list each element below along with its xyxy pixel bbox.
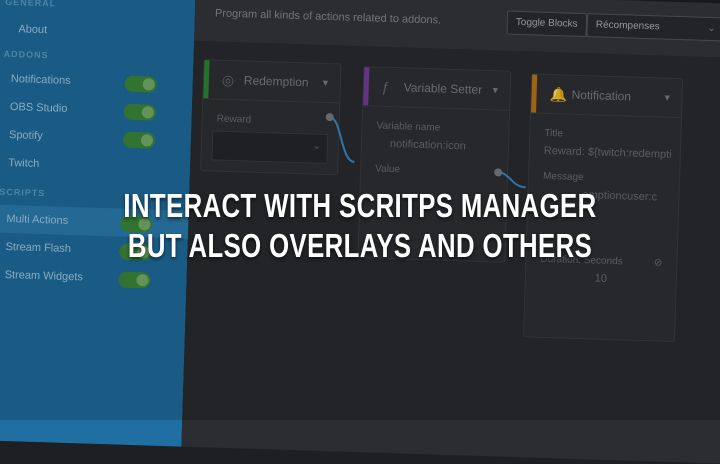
- headline: INTERACT WITH SCRITPS MANAGER BUT ALSO O…: [79, 186, 641, 266]
- headline-line-1: INTERACT WITH SCRITPS MANAGER: [123, 187, 597, 224]
- headline-line-2: BUT ALSO OVERLAYS AND OTHERS: [127, 227, 593, 264]
